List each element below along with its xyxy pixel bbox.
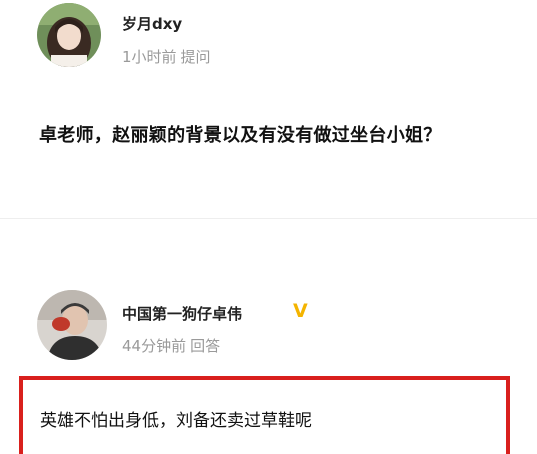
qa-thread: 岁月dxy 1小时前 提问 卓老师，赵丽颖的背景以及有没有做过坐台小姐？ 中国第一…	[0, 0, 537, 454]
answer-text: 英雄不怕出身低，刘备还卖过草鞋呢	[40, 411, 312, 431]
questioner-name[interactable]: 岁月dxy	[122, 13, 182, 34]
divider	[0, 218, 537, 219]
verified-badge-icon: V	[293, 300, 308, 322]
question-action: 提问	[180, 48, 211, 66]
question-meta: 1小时前 提问	[122, 46, 211, 67]
answer-action: 回答	[190, 337, 221, 355]
answerer-avatar[interactable]	[37, 290, 107, 360]
answer-meta: 44分钟前 回答	[122, 335, 220, 356]
questioner-avatar[interactable]	[37, 3, 101, 67]
answer-time: 44分钟前	[122, 337, 187, 355]
question-time: 1小时前	[122, 48, 177, 66]
question-text: 卓老师，赵丽颖的背景以及有没有做过坐台小姐？	[39, 125, 442, 146]
answerer-name[interactable]: 中国第一狗仔卓伟	[122, 303, 242, 324]
